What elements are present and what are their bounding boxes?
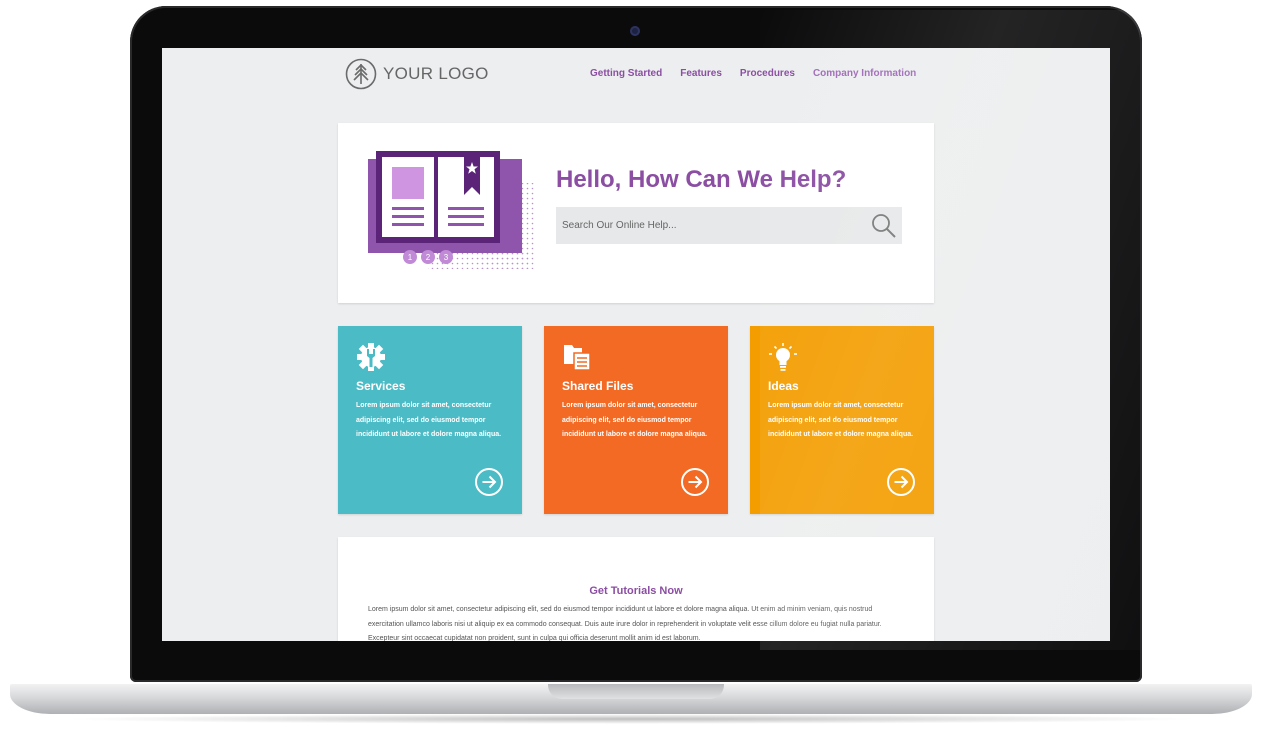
webcam: [630, 26, 640, 36]
card-description: Lorem ipsum dolor sit amet, consectetur …: [768, 402, 914, 438]
tree-icon: [345, 58, 377, 90]
step-2-label: 2: [426, 253, 431, 262]
card-description: Lorem ipsum dolor sit amet, consectetur …: [562, 402, 708, 438]
nav-company-information[interactable]: Company Information: [813, 68, 916, 79]
card-description: Lorem ipsum dolor sit amet, consectetur …: [356, 402, 502, 438]
arrow-right-circle-icon[interactable]: [886, 467, 916, 497]
feature-cards: Services Lorem ipsum dolor sit amet, con…: [338, 326, 934, 514]
card-shared-files[interactable]: Shared Files Lorem ipsum dolor sit amet,…: [544, 326, 728, 514]
card-services[interactable]: Services Lorem ipsum dolor sit amet, con…: [338, 326, 522, 514]
laptop-screen: YOUR LOGO Getting Started Features Proce…: [162, 48, 1110, 641]
laptop-shadow: [60, 714, 1202, 724]
card-title: Services: [356, 379, 406, 393]
nav-getting-started[interactable]: Getting Started: [590, 68, 662, 79]
card-ideas[interactable]: Ideas Lorem ipsum dolor sit amet, consec…: [750, 326, 934, 514]
arrow-right-circle-icon[interactable]: [474, 467, 504, 497]
nav-procedures[interactable]: Procedures: [740, 68, 795, 79]
card-title: Ideas: [768, 379, 799, 393]
laptop-opening-notch: [548, 684, 724, 699]
lightbulb-icon: [769, 343, 797, 371]
tutorials-text: Lorem ipsum dolor sit amet, consectetur …: [368, 606, 882, 641]
open-book-illustration: 1 2 3: [368, 151, 534, 269]
tutorials-title: Get Tutorials Now: [589, 585, 683, 597]
site-logo[interactable]: YOUR LOGO: [345, 58, 489, 90]
gear-wrench-icon: [357, 343, 385, 371]
main-nav: Getting Started Features Procedures Comp…: [590, 68, 916, 79]
step-3-label: 3: [444, 253, 449, 262]
search-input[interactable]: [556, 207, 862, 244]
search-icon[interactable]: [870, 212, 898, 240]
logo-text: YOUR LOGO: [383, 64, 489, 83]
tutorials-panel: Get Tutorials Now Lorem ipsum dolor sit …: [338, 537, 934, 641]
step-1-label: 1: [408, 253, 413, 262]
arrow-right-circle-icon[interactable]: [680, 467, 710, 497]
hero-panel: 1 2 3 Hello, How Can We Help?: [338, 123, 934, 303]
search-box: [556, 207, 902, 244]
files-icon: [564, 345, 591, 371]
hero-title: Hello, How Can We Help?: [556, 166, 847, 193]
card-title: Shared Files: [562, 379, 634, 393]
nav-features[interactable]: Features: [680, 68, 722, 79]
header: YOUR LOGO Getting Started Features Proce…: [162, 48, 1110, 100]
